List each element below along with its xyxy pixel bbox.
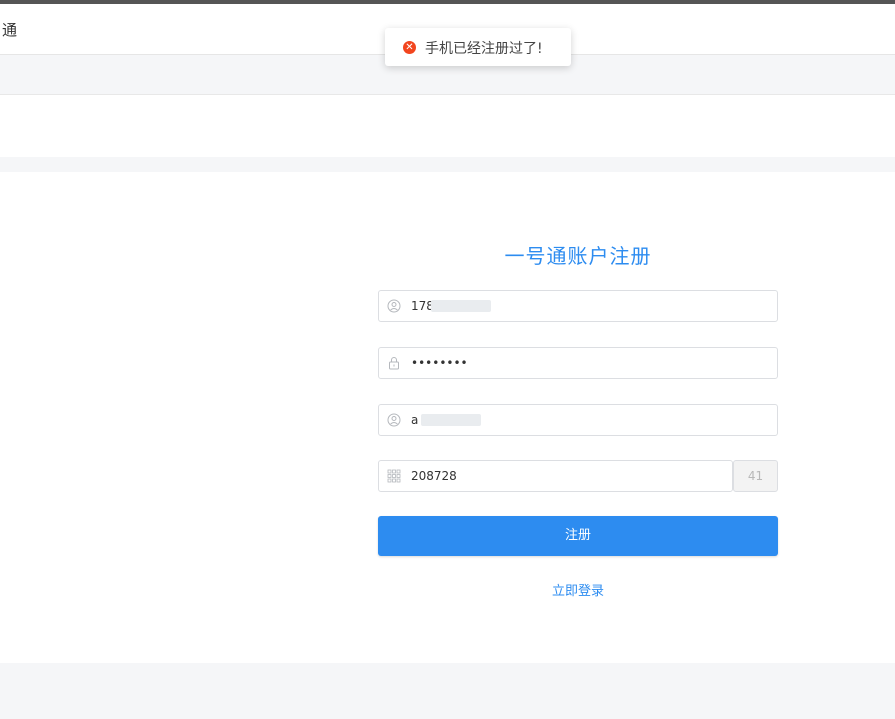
captcha-field[interactable] <box>378 460 733 492</box>
grid-icon <box>387 469 401 483</box>
password-field[interactable] <box>378 347 778 379</box>
redacted-phone-digits <box>431 300 491 312</box>
toast-message: 手机已经注册过了! <box>425 41 543 57</box>
send-code-countdown-button[interactable]: 41 <box>733 460 778 492</box>
register-button[interactable]: 注册 <box>378 516 778 556</box>
lock-icon <box>389 357 399 370</box>
phone-field[interactable] <box>378 290 778 322</box>
captcha-input[interactable] <box>411 461 724 491</box>
email-field[interactable] <box>378 404 778 436</box>
error-circle-icon: ✕ <box>403 41 416 54</box>
user-icon <box>387 299 401 313</box>
error-toast: ✕ 手机已经注册过了! <box>385 28 571 66</box>
form-title: 一号通账户注册 <box>504 244 652 268</box>
secondary-band <box>0 94 895 157</box>
brand-title[interactable]: 号通 <box>0 19 18 40</box>
redacted-email-text <box>421 414 481 426</box>
user-icon <box>387 413 401 427</box>
password-input[interactable] <box>411 348 769 378</box>
login-link[interactable]: 立即登录 <box>378 580 778 599</box>
